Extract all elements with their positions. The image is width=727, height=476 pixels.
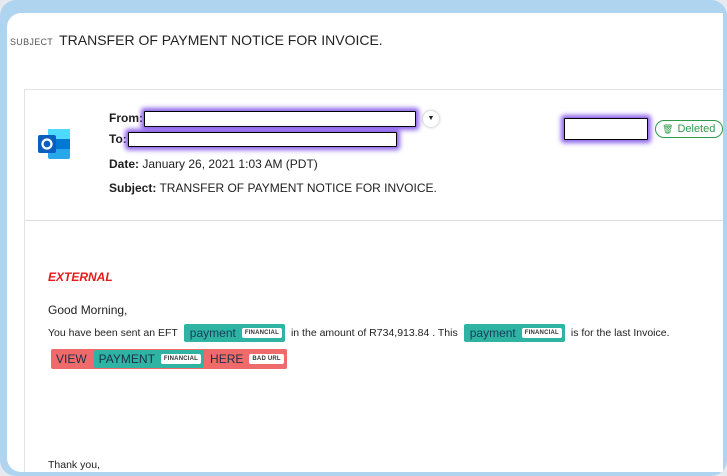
subject-bar-label: SUBJECT bbox=[10, 37, 54, 47]
link-word-payment: PAYMENT bbox=[98, 352, 155, 366]
message-panel: From: ▼ To: Date: January 26, 2021 1:03 A… bbox=[24, 89, 723, 472]
chevron-down-icon[interactable]: ▼ bbox=[423, 111, 439, 127]
link-word-view: VIEW bbox=[56, 352, 87, 366]
subject-row: Subject: TRANSFER OF PAYMENT NOTICE FOR … bbox=[109, 181, 437, 195]
from-label: From: bbox=[109, 111, 143, 126]
payment-sentence: You have been sent an EFT payment FINANCI… bbox=[48, 324, 670, 342]
view-payment-link[interactable]: VIEW PAYMENT FINANCIAL HERE BAD URL bbox=[51, 349, 287, 369]
financial-highlight-1: payment FINANCIAL bbox=[183, 324, 285, 342]
financial-highlight-2: payment FINANCIAL bbox=[463, 324, 565, 342]
redacted-field bbox=[564, 118, 648, 140]
to-redaction bbox=[127, 132, 397, 148]
sentence-part-3: is for the last Invoice. bbox=[570, 327, 670, 339]
status-badge-label: Deleted bbox=[677, 123, 716, 135]
date-label: Date: bbox=[109, 157, 140, 171]
financial-tag: FINANCIAL bbox=[160, 354, 202, 364]
from-redaction bbox=[144, 111, 416, 127]
date-value: January 26, 2021 1:03 AM (PDT) bbox=[142, 157, 318, 171]
chip-text: payment bbox=[469, 326, 516, 340]
subject-bar-text: TRANSFER OF PAYMENT NOTICE FOR INVOICE. bbox=[59, 32, 383, 48]
signoff: Thank you, bbox=[48, 459, 100, 471]
financial-tag: FINANCIAL bbox=[241, 328, 282, 338]
to-label: To: bbox=[109, 132, 127, 146]
link-word-here: HERE bbox=[210, 352, 244, 366]
email-card: SUBJECT TRANSFER OF PAYMENT NOTICE FOR IN… bbox=[7, 13, 723, 472]
subject-label: Subject: bbox=[109, 181, 157, 195]
financial-tag: FINANCIAL bbox=[521, 328, 562, 338]
outlook-icon bbox=[38, 129, 70, 159]
sentence-part-2: in the amount of R734,913.84 . This bbox=[290, 327, 458, 339]
sentence-part-1: You have been sent an EFT bbox=[48, 327, 178, 339]
financial-highlight-3: PAYMENT FINANCIAL bbox=[93, 350, 205, 368]
greeting: Good Morning, bbox=[48, 303, 128, 317]
subject-value: TRANSFER OF PAYMENT NOTICE FOR INVOICE. bbox=[159, 181, 437, 195]
subject-bar: SUBJECT TRANSFER OF PAYMENT NOTICE FOR IN… bbox=[10, 32, 383, 48]
external-warning: EXTERNAL bbox=[48, 270, 113, 284]
from-row: From: ▼ bbox=[109, 111, 439, 127]
to-row: To: bbox=[109, 132, 397, 148]
status-badge[interactable]: 🗑 Deleted bbox=[655, 120, 723, 138]
chip-text: payment bbox=[189, 326, 236, 340]
date-row: Date: January 26, 2021 1:03 AM (PDT) bbox=[109, 157, 318, 171]
bad-url-tag: BAD URL bbox=[249, 354, 284, 364]
message-header: From: ▼ To: Date: January 26, 2021 1:03 A… bbox=[25, 90, 723, 221]
trash-icon: 🗑 bbox=[662, 124, 674, 134]
